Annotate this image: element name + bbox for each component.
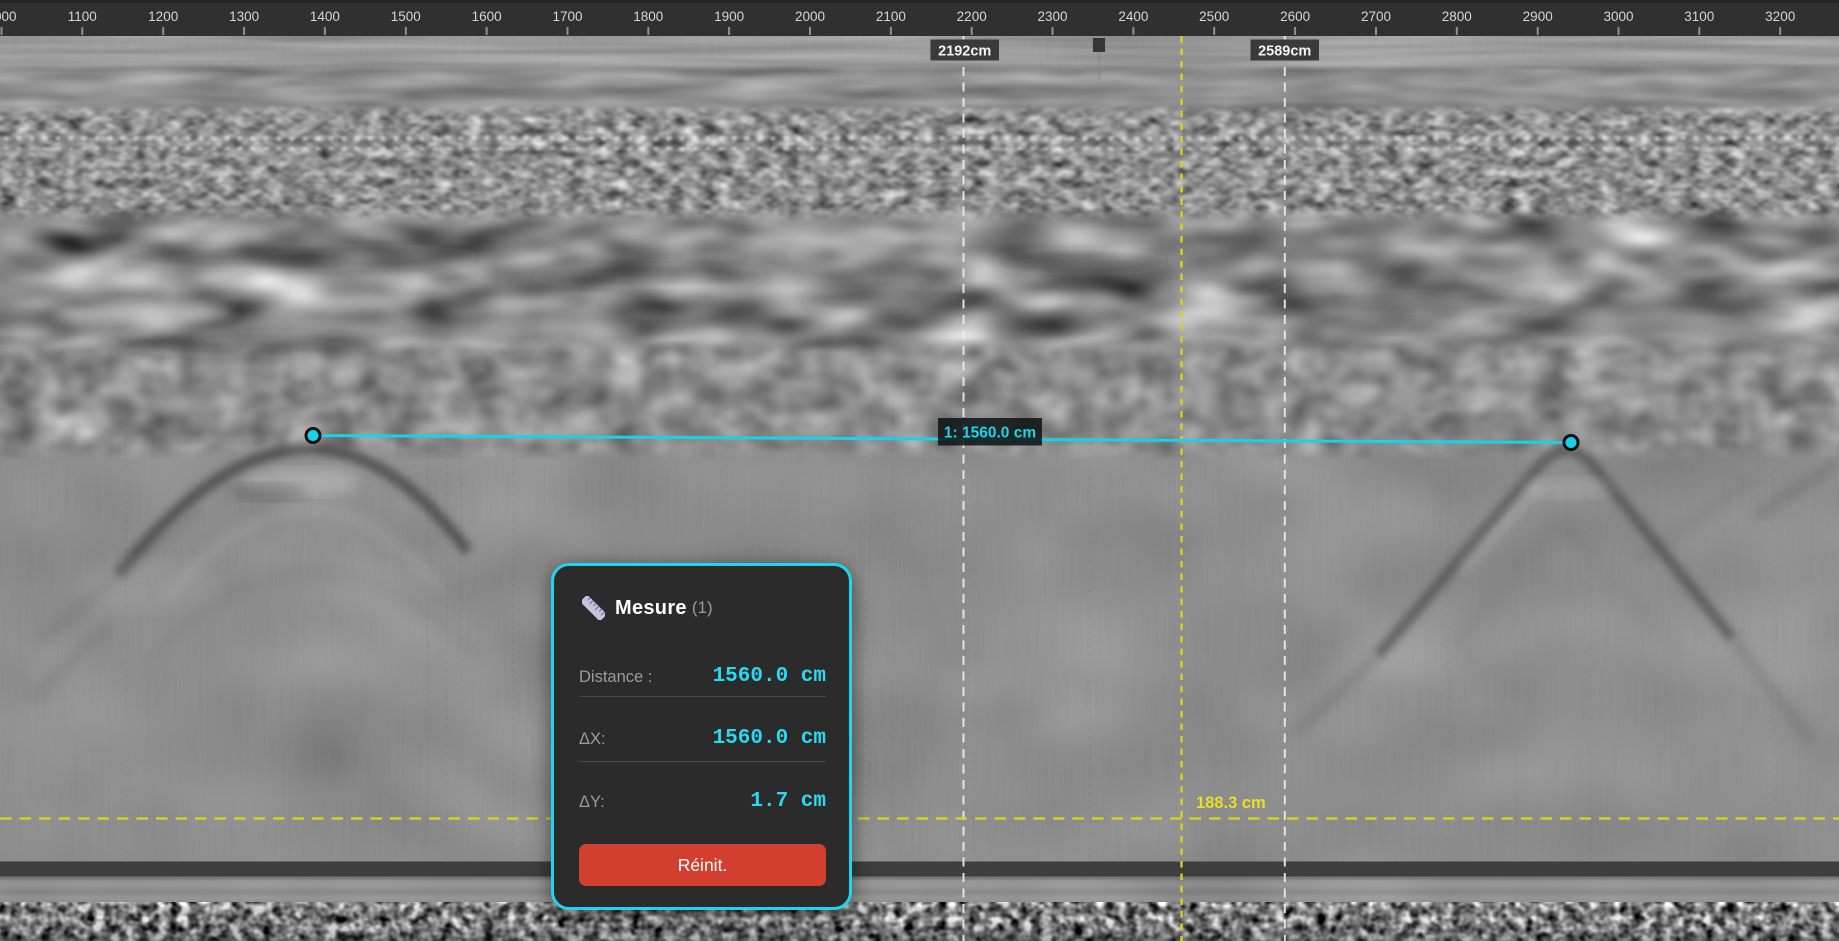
- svg-text:2000: 2000: [795, 9, 825, 24]
- svg-text:1200: 1200: [148, 9, 178, 24]
- svg-text:1300: 1300: [229, 9, 259, 24]
- svg-text:1600: 1600: [472, 9, 502, 24]
- svg-text:2800: 2800: [1442, 9, 1472, 24]
- svg-text:1900: 1900: [714, 9, 744, 24]
- svg-text:2900: 2900: [1523, 9, 1553, 24]
- svg-text:1800: 1800: [633, 9, 663, 24]
- svg-text:3100: 3100: [1684, 9, 1714, 24]
- svg-text:2100: 2100: [876, 9, 906, 24]
- svg-text:2600: 2600: [1280, 9, 1310, 24]
- svg-text:1: 1560.0 cm: 1: 1560.0 cm: [944, 425, 1036, 442]
- svg-text:2400: 2400: [1118, 9, 1148, 24]
- svg-text:188.3 cm: 188.3 cm: [1196, 794, 1266, 812]
- svg-text:3000: 3000: [1603, 9, 1633, 24]
- svg-text:2300: 2300: [1037, 9, 1067, 24]
- svg-text:1400: 1400: [310, 9, 340, 24]
- svg-text:2200: 2200: [957, 9, 987, 24]
- svg-text:3200: 3200: [1765, 9, 1795, 24]
- svg-text:2192cm: 2192cm: [938, 44, 991, 60]
- svg-text:2589cm: 2589cm: [1258, 44, 1311, 60]
- svg-text:1700: 1700: [552, 9, 582, 24]
- svg-text:1100: 1100: [68, 9, 97, 24]
- svg-text:1000: 1000: [0, 9, 17, 24]
- svg-text:2700: 2700: [1361, 9, 1391, 24]
- svg-text:1500: 1500: [391, 9, 421, 24]
- svg-text:2500: 2500: [1199, 9, 1229, 24]
